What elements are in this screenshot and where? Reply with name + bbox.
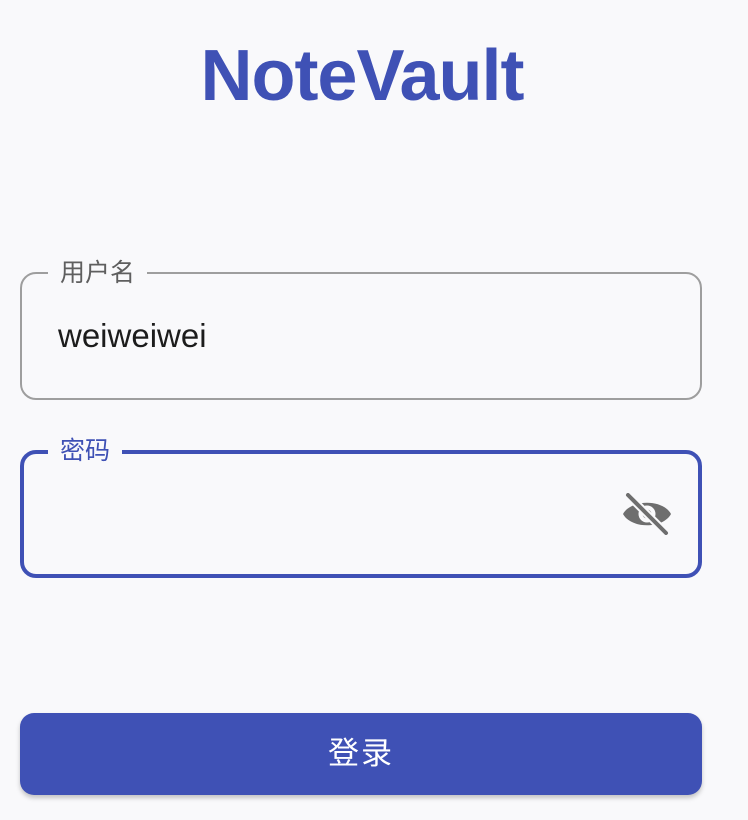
app-title: NoteVault <box>200 36 524 116</box>
username-label: 用户名 <box>48 256 148 290</box>
password-field[interactable]: 密码 <box>20 434 702 578</box>
password-label: 密码 <box>48 434 123 468</box>
eye-off-icon[interactable] <box>622 491 672 537</box>
username-field[interactable]: 用户名 weiweiwei <box>20 256 702 400</box>
username-input-value[interactable]: weiweiwei <box>58 314 207 358</box>
login-button[interactable]: 登录 <box>20 713 702 795</box>
